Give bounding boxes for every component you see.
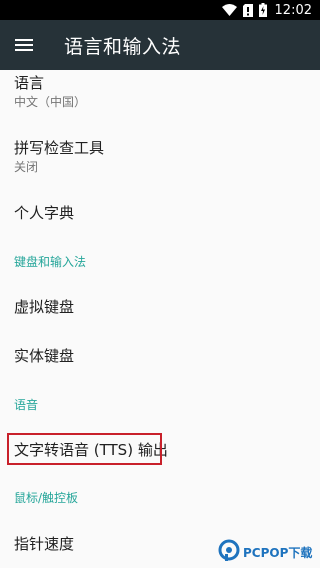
wifi-icon	[221, 4, 237, 16]
watermark: PCPOP下载	[218, 538, 318, 566]
setting-item-personal-dictionary[interactable]: 个人字典	[14, 204, 320, 222]
menu-button[interactable]	[0, 20, 48, 70]
setting-item-virtual-keyboard[interactable]: 虚拟键盘	[14, 298, 320, 316]
setting-item-physical-keyboard[interactable]: 实体键盘	[14, 347, 320, 365]
menu-icon	[15, 36, 33, 55]
app-bar: 语言和输入法	[0, 20, 320, 70]
setting-title: 语言	[14, 74, 45, 92]
setting-title: 个人字典	[14, 204, 75, 222]
highlight-box	[7, 433, 162, 465]
category-header-speech: 语音	[14, 398, 39, 412]
category-header-mouse: 鼠标/触控板	[14, 491, 79, 505]
setting-summary: 中文（中国）	[14, 95, 87, 109]
settings-list: 语言 中文（中国） 拼写检查工具 关闭 个人字典 键盘和输入法 虚拟键盘 实体键…	[0, 70, 320, 568]
watermark-text: PCPOP下载	[243, 545, 313, 560]
setting-item-spellcheck[interactable]: 拼写检查工具 关闭	[14, 139, 320, 175]
status-bar: 12:02	[0, 0, 320, 20]
category-header-keyboard: 键盘和输入法	[14, 255, 87, 269]
setting-summary: 关闭	[14, 160, 39, 174]
no-sim-icon	[242, 3, 253, 17]
pcpop-logo-icon	[218, 539, 240, 565]
battery-charging-icon	[258, 3, 267, 17]
setting-item-language[interactable]: 语言 中文（中国）	[14, 74, 320, 110]
setting-title: 虚拟键盘	[14, 298, 75, 316]
page-title: 语言和输入法	[64, 35, 182, 58]
setting-title: 拼写检查工具	[14, 139, 105, 157]
setting-title: 实体键盘	[14, 347, 75, 365]
status-time: 12:02	[274, 2, 312, 18]
